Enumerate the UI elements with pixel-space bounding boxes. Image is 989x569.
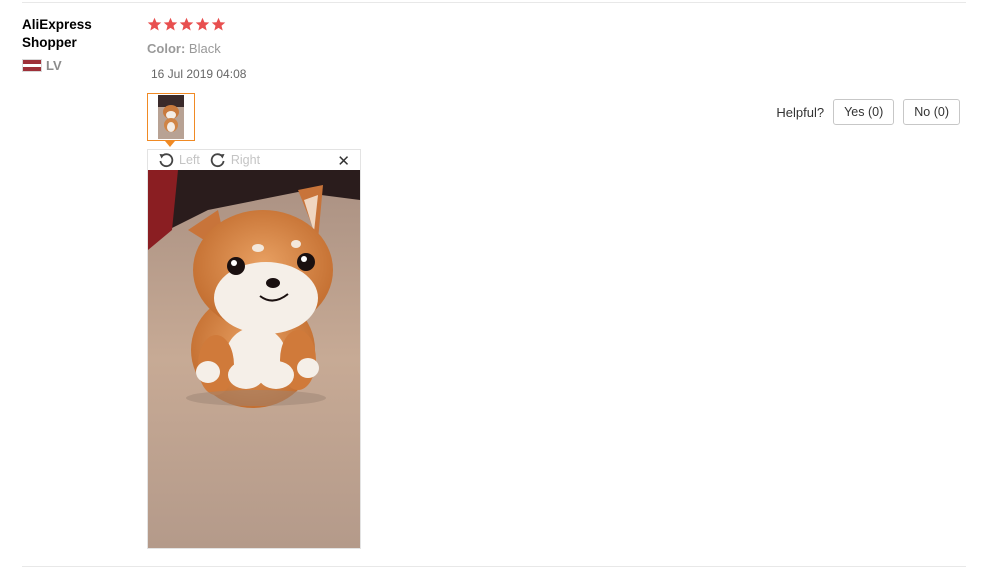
helpful-yes-button[interactable]: Yes (0) — [833, 99, 895, 125]
star-icon — [147, 17, 162, 31]
rotate-right-label: Right — [230, 153, 261, 167]
star-icon — [211, 17, 226, 31]
review-date: 16 Jul 2019 04:08 — [151, 67, 247, 81]
reviewer-country: LV — [22, 58, 132, 73]
star-icon — [179, 17, 194, 31]
review-photo — [148, 170, 360, 548]
helpful-question: Helpful? — [776, 104, 825, 120]
star-rating — [147, 17, 226, 32]
thumbnail-pointer — [165, 141, 175, 147]
rotate-right-button[interactable]: Right — [210, 152, 260, 168]
close-viewer-button[interactable]: ✕ — [337, 152, 350, 170]
rotate-left-label: Left — [179, 153, 200, 167]
viewer-toolbar: Left Right ✕ — [148, 150, 360, 170]
helpful-section: Helpful? Yes (0) No (0) — [776, 99, 960, 125]
rotate-right-icon — [210, 153, 225, 168]
top-divider — [22, 2, 966, 3]
thumbnail-image — [158, 95, 184, 139]
reviewer-name: AliExpress Shopper — [22, 17, 92, 50]
bottom-divider — [22, 566, 966, 567]
color-value: Black — [188, 41, 221, 56]
photo-viewer: Left Right ✕ — [147, 149, 361, 549]
helpful-no-button[interactable]: No (0) — [903, 99, 960, 125]
reviewer-info: AliExpress Shopper LV — [22, 16, 132, 73]
country-code: LV — [46, 58, 62, 73]
sku-color: Color: Black — [147, 41, 221, 56]
latvia-flag-icon — [22, 59, 42, 72]
photo-thumbnail[interactable] — [147, 93, 195, 141]
rotate-left-icon — [159, 153, 174, 168]
star-icon — [163, 17, 178, 31]
star-icon — [195, 17, 210, 31]
rotate-left-button[interactable]: Left — [158, 152, 200, 168]
color-label: Color: — [147, 41, 186, 56]
